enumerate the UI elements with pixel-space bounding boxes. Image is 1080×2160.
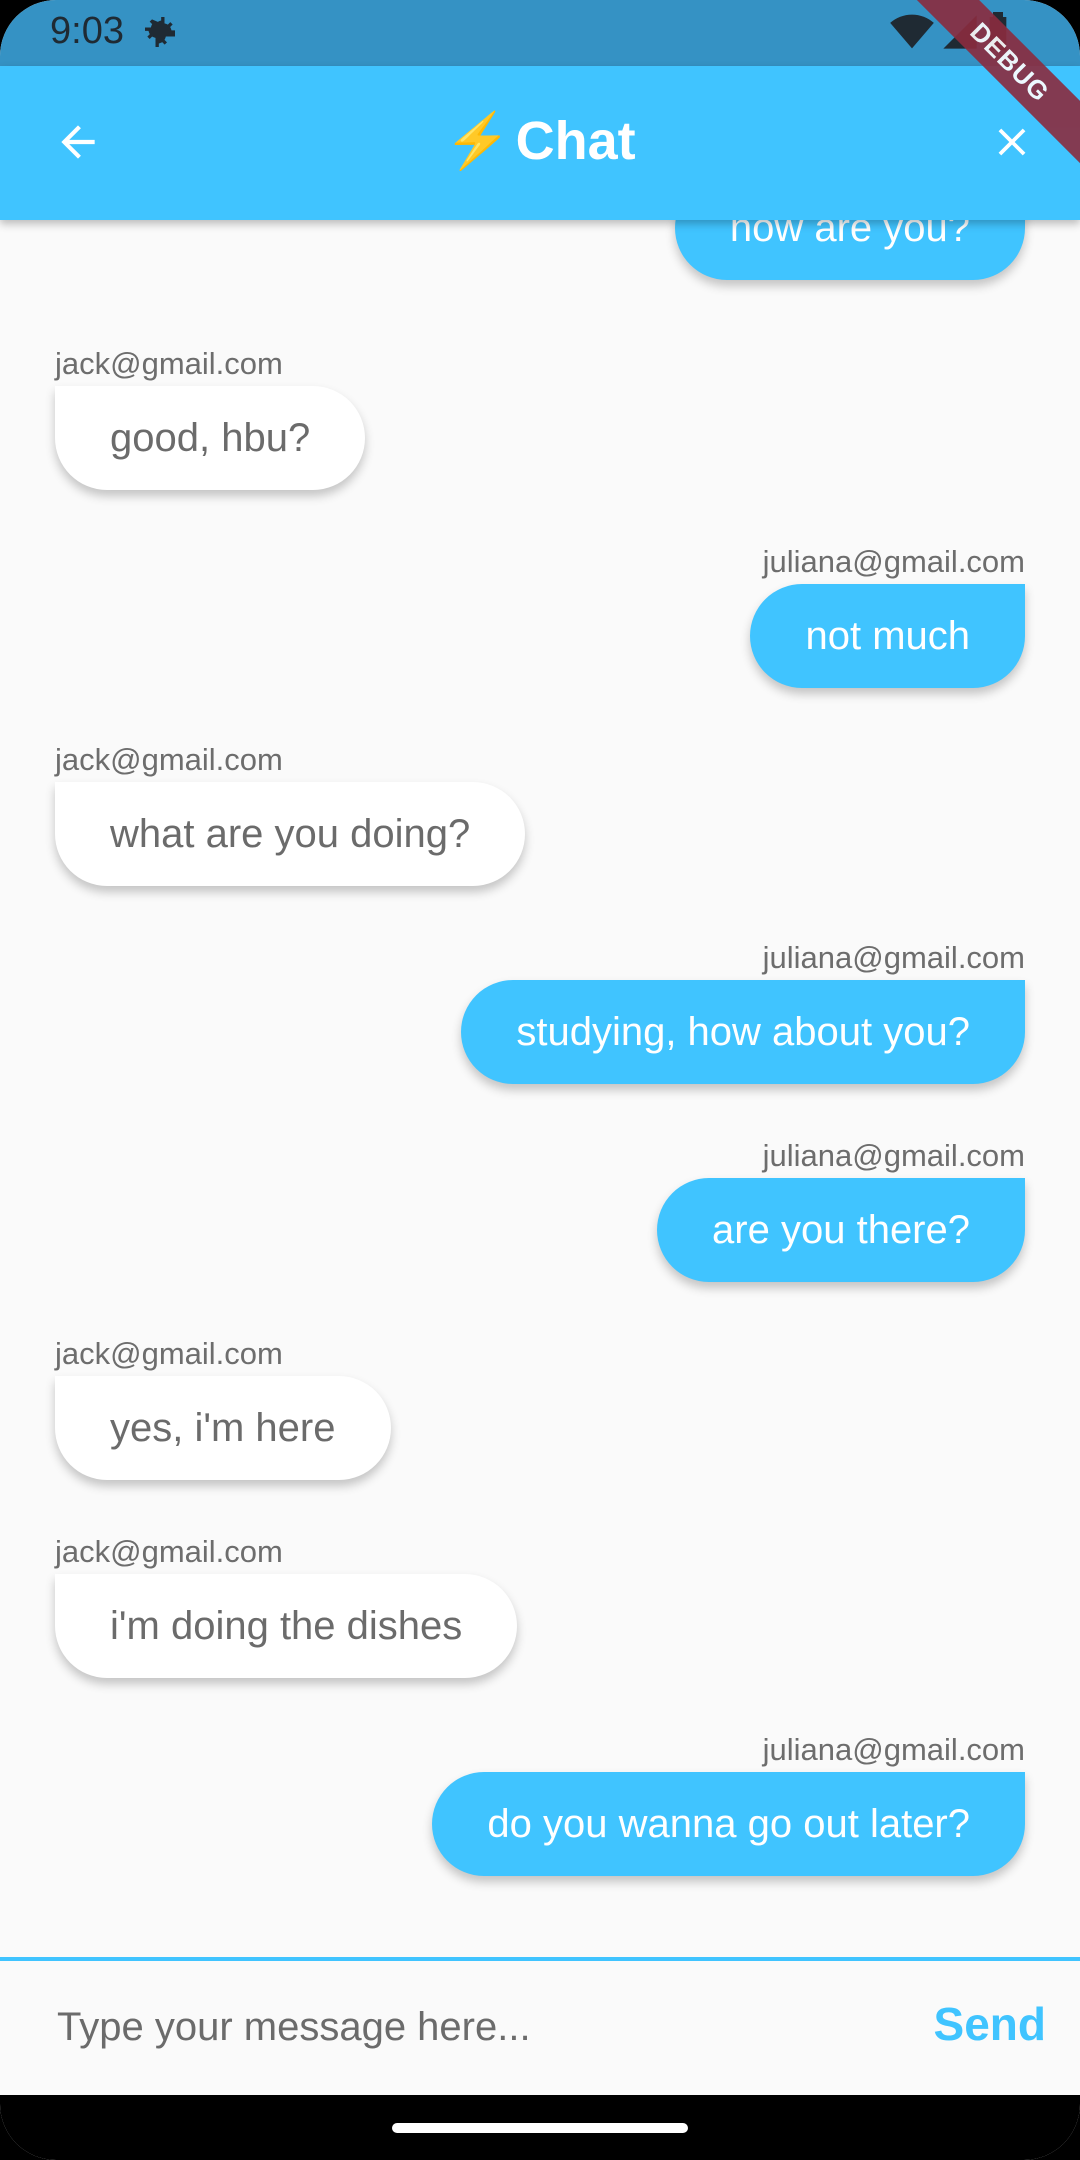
message-item: jack@gmail.com i'm doing the dishes (55, 1534, 518, 1678)
message-item: juliana@gmail.com do you wanna go out la… (432, 1732, 1025, 1876)
app-bar: ⚡Chat (0, 66, 1080, 220)
close-icon (998, 128, 1026, 156)
close-button[interactable] (982, 112, 1042, 172)
message-sender: jack@gmail.com (55, 346, 283, 381)
message-bubble: yes, i'm here (55, 1376, 391, 1480)
message-bubble: do you wanna go out later? (432, 1772, 1025, 1876)
message-input[interactable] (55, 1991, 859, 2063)
message-item: jack@gmail.com yes, i'm here (55, 1336, 391, 1480)
home-gesture-handle[interactable] (392, 2123, 688, 2133)
message-item: jack@gmail.com what are you doing? (55, 742, 526, 886)
system-navigation-bar (0, 2095, 1080, 2160)
message-bubble: studying, how about you? (461, 980, 1025, 1084)
settings-gear-icon (140, 12, 180, 57)
message-item: juliana@gmail.com are you there? (657, 1138, 1025, 1282)
send-button[interactable]: Send (934, 1997, 1046, 2051)
page-title: ⚡Chat (0, 110, 1080, 173)
message-item: how are you? (674, 220, 1025, 280)
chat-screen: 9:03 DEBUG ⚡Chat how are you? jack@gmail… (0, 0, 1080, 2160)
message-sender: jack@gmail.com (55, 1534, 283, 1569)
status-bar: 9:03 (0, 0, 1080, 66)
message-item: juliana@gmail.com not much (750, 544, 1025, 688)
message-item: juliana@gmail.com studying, how about yo… (461, 940, 1025, 1084)
wifi-icon (890, 14, 934, 49)
message-sender: juliana@gmail.com (762, 1138, 1025, 1173)
message-bubble: what are you doing? (55, 782, 526, 886)
message-sender: jack@gmail.com (55, 1336, 283, 1371)
status-time: 9:03 (50, 10, 124, 52)
message-bubble: how are you? (674, 220, 1025, 280)
message-item: jack@gmail.com good, hbu? (55, 346, 366, 490)
message-sender: juliana@gmail.com (762, 940, 1025, 975)
message-composer: Send (0, 1957, 1080, 2099)
message-bubble: not much (750, 584, 1025, 688)
title-text: Chat (515, 111, 636, 171)
message-bubble: good, hbu? (55, 386, 366, 490)
message-sender: jack@gmail.com (55, 742, 283, 777)
message-sender: juliana@gmail.com (762, 1732, 1025, 1767)
lightning-icon: ⚡ (444, 111, 512, 171)
message-sender: juliana@gmail.com (762, 544, 1025, 579)
message-bubble: i'm doing the dishes (55, 1574, 518, 1678)
message-list[interactable]: how are you? jack@gmail.com good, hbu? j… (0, 220, 1080, 1960)
message-bubble: are you there? (657, 1178, 1025, 1282)
